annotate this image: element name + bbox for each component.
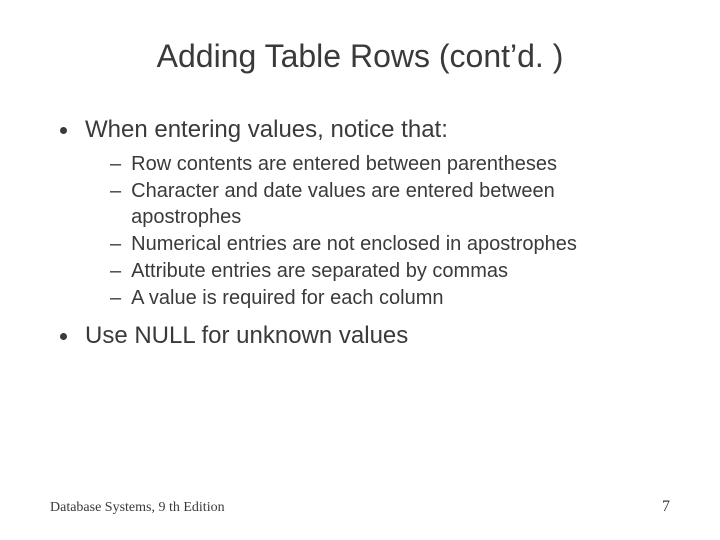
footer-source: Database Systems, 9 th Edition [50, 500, 225, 516]
sub-bullet-text: A value is required for each column [131, 285, 670, 311]
sub-bullet: – Numerical entries are not enclosed in … [110, 231, 670, 257]
bullet-dot-icon [60, 127, 67, 134]
dash-icon: – [110, 231, 121, 257]
bullet-main: When entering values, notice that: [60, 115, 670, 145]
dash-icon: – [110, 258, 121, 284]
slide-footer: Database Systems, 9 th Edition 7 [50, 498, 670, 516]
sub-bullet-list: – Row contents are entered between paren… [110, 151, 670, 311]
sub-bullet-text: Row contents are entered between parenth… [131, 151, 670, 177]
bullet-text: When entering values, notice that: [85, 115, 670, 145]
slide: Adding Table Rows (cont’d. ) When enteri… [0, 0, 720, 540]
bullet-main: Use NULL for unknown values [60, 321, 670, 351]
dash-icon: – [110, 151, 121, 177]
dash-icon: – [110, 285, 121, 311]
sub-bullet-text: Character and date values are entered be… [131, 178, 670, 230]
dash-icon: – [110, 178, 121, 204]
sub-bullet: – A value is required for each column [110, 285, 670, 311]
sub-bullet: – Character and date values are entered … [110, 178, 670, 230]
slide-title: Adding Table Rows (cont’d. ) [50, 38, 670, 75]
bullet-text: Use NULL for unknown values [85, 321, 670, 351]
sub-bullet-text: Attribute entries are separated by comma… [131, 258, 670, 284]
sub-bullet-text: Numerical entries are not enclosed in ap… [131, 231, 670, 257]
sub-bullet: – Attribute entries are separated by com… [110, 258, 670, 284]
sub-bullet: – Row contents are entered between paren… [110, 151, 670, 177]
bullet-dot-icon [60, 333, 67, 340]
slide-content: When entering values, notice that: – Row… [50, 115, 670, 351]
page-number: 7 [662, 498, 670, 516]
